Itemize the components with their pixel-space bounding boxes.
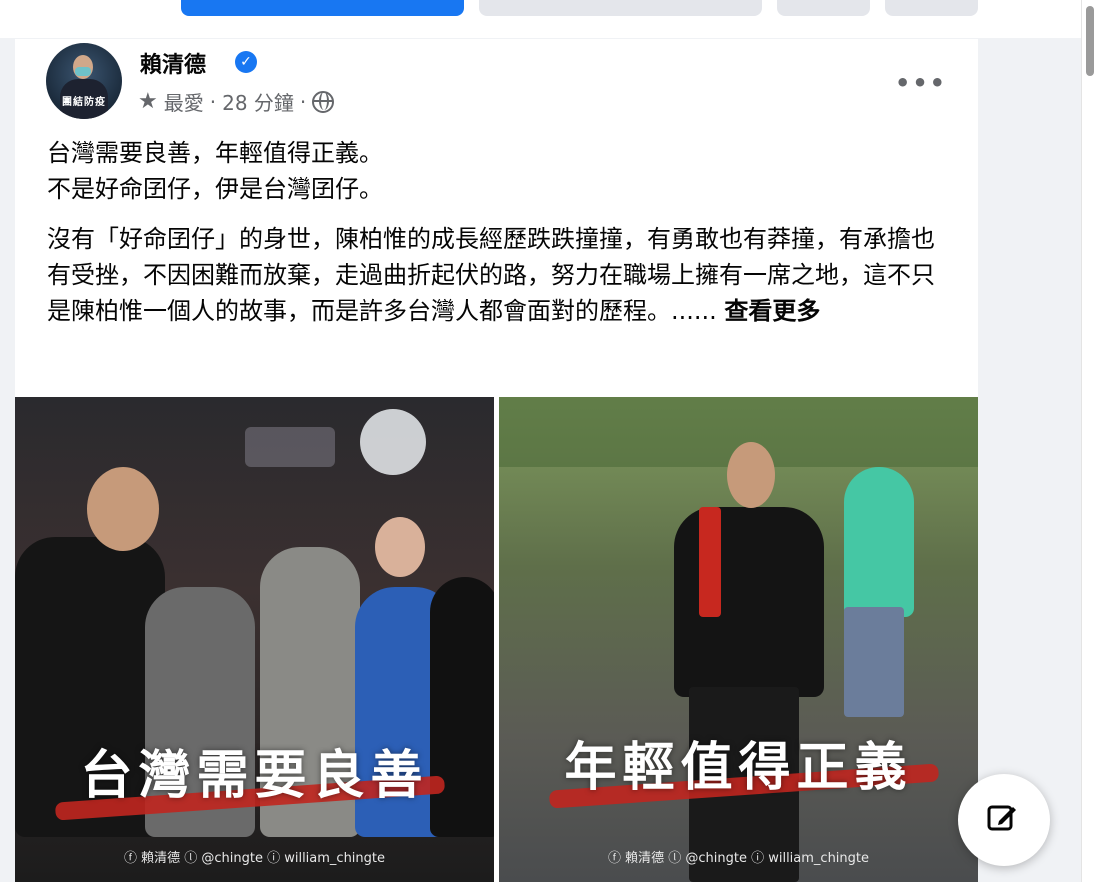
decor-light: [245, 427, 335, 467]
decor-light: [360, 409, 426, 475]
post-line-2: 不是好命囝仔，伊是台灣囝仔。: [47, 175, 383, 203]
check-badge-icon: ✓: [235, 51, 257, 73]
edit-icon: [987, 805, 1016, 831]
photo-left[interactable]: 台灣需要良善 ⓕ 賴清德 ⓛ @chingte ⓘ william_chingt…: [15, 397, 494, 882]
person-face: [375, 517, 425, 577]
globe-icon[interactable]: [312, 90, 335, 113]
person-figure: [844, 607, 904, 717]
post-line-1: 台灣需要良善，年輕值得正義。: [47, 139, 383, 167]
person-figure: [674, 507, 824, 697]
see-more-link[interactable]: 查看更多: [724, 297, 820, 325]
meta-separator: ·: [299, 89, 307, 114]
scrollbar[interactable]: [1081, 0, 1096, 882]
photo-left-credits: ⓕ 賴清德 ⓛ @chingte ⓘ william_chingte: [123, 851, 386, 866]
compose-button[interactable]: [958, 774, 1050, 866]
avatar-mask: [75, 67, 91, 76]
post-meta: ★ 最愛 · 28 分鐘 ·: [138, 87, 335, 116]
tab-4[interactable]: [885, 0, 978, 16]
photo-left-caption: 台灣需要良善: [80, 745, 429, 806]
more-options-icon[interactable]: •••: [895, 69, 947, 97]
author-name[interactable]: 賴清德: [140, 47, 206, 79]
post-card: 團結防疫 賴清德 ✓ ★ 最愛 · 28 分鐘 · ••• 台灣需要良善，年輕值…: [15, 39, 978, 882]
star-icon: ★: [138, 89, 158, 114]
meta-favorite[interactable]: 最愛: [164, 87, 204, 116]
scrollbar-thumb[interactable]: [1086, 6, 1094, 76]
post-body: 沒有「好命囝仔」的身世，陳柏惟的成長經歷跌跌撞撞，有勇敢也有莽撞，有承擔也有受挫…: [47, 221, 947, 329]
person-face: [87, 467, 159, 551]
photo-right-caption: 年輕值得正義: [564, 737, 913, 798]
person-figure: [699, 507, 721, 617]
meta-separator: ·: [209, 89, 217, 114]
tab-2[interactable]: [479, 0, 762, 16]
avatar[interactable]: 團結防疫: [46, 43, 122, 119]
tab-3[interactable]: [777, 0, 870, 16]
person-figure: [844, 467, 914, 617]
photo-right[interactable]: 年輕值得正義 ⓕ 賴清德 ⓛ @chingte ⓘ william_chingt…: [499, 397, 978, 882]
top-tab-bar: [0, 0, 1082, 38]
post-time[interactable]: 28 分鐘: [222, 87, 294, 116]
tab-1[interactable]: [181, 0, 464, 16]
avatar-label: 團結防疫: [62, 97, 106, 108]
person-face: [727, 442, 775, 508]
post-text: 台灣需要良善，年輕值得正義。 不是好命囝仔，伊是台灣囝仔。 沒有「好命囝仔」的身…: [47, 135, 947, 329]
photo-right-credits: ⓕ 賴清德 ⓛ @chingte ⓘ william_chingte: [607, 851, 870, 866]
